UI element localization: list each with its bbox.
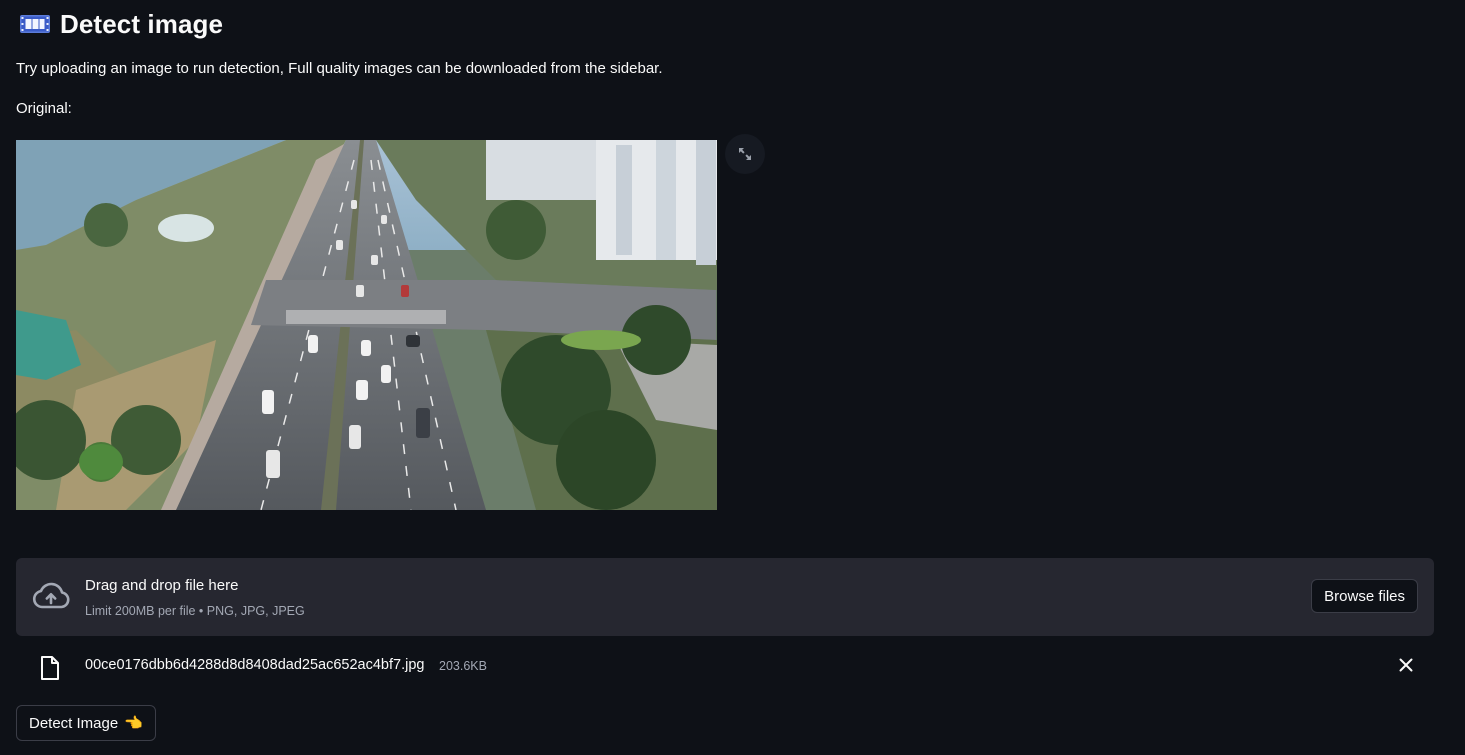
app-page: Detect image Try uploading an image to r…	[0, 0, 1465, 755]
detect-image-button[interactable]: Detect Image 👈	[16, 705, 156, 741]
page-title: Detect image	[60, 8, 224, 39]
browse-files-button[interactable]: Browse files	[1311, 579, 1418, 613]
upload-limit-text: Limit 200MB per file • PNG, JPG, JPEG	[85, 604, 305, 618]
detect-button-label: Detect Image	[29, 714, 119, 732]
cloud-upload-icon	[32, 582, 70, 609]
fullscreen-expand-icon	[739, 148, 751, 160]
original-label: Original:	[16, 100, 72, 117]
uploaded-file-row: 00ce0176dbb6d4288d8d8408dad25ac652ac4bf7…	[16, 648, 1426, 684]
film-frames-icon	[20, 15, 50, 33]
aerial-road-photo	[16, 140, 717, 510]
upload-instructions: Drag and drop file here	[85, 577, 239, 594]
close-icon	[1399, 658, 1413, 672]
file-uploader-dropzone[interactable]: Drag and drop file here Limit 200MB per …	[16, 558, 1434, 636]
original-image	[16, 140, 717, 510]
remove-file-button[interactable]	[1395, 654, 1417, 676]
fullscreen-button[interactable]	[725, 134, 765, 174]
uploaded-file-name: 00ce0176dbb6d4288d8d8408dad25ac652ac4bf7…	[85, 657, 425, 673]
file-icon	[41, 656, 59, 680]
pointing-hand-icon: 👈	[124, 715, 143, 732]
uploaded-file-size: 203.6KB	[439, 659, 487, 673]
intro-text: Try uploading an image to run detection,…	[16, 60, 663, 77]
page-header: Detect image	[20, 6, 223, 42]
